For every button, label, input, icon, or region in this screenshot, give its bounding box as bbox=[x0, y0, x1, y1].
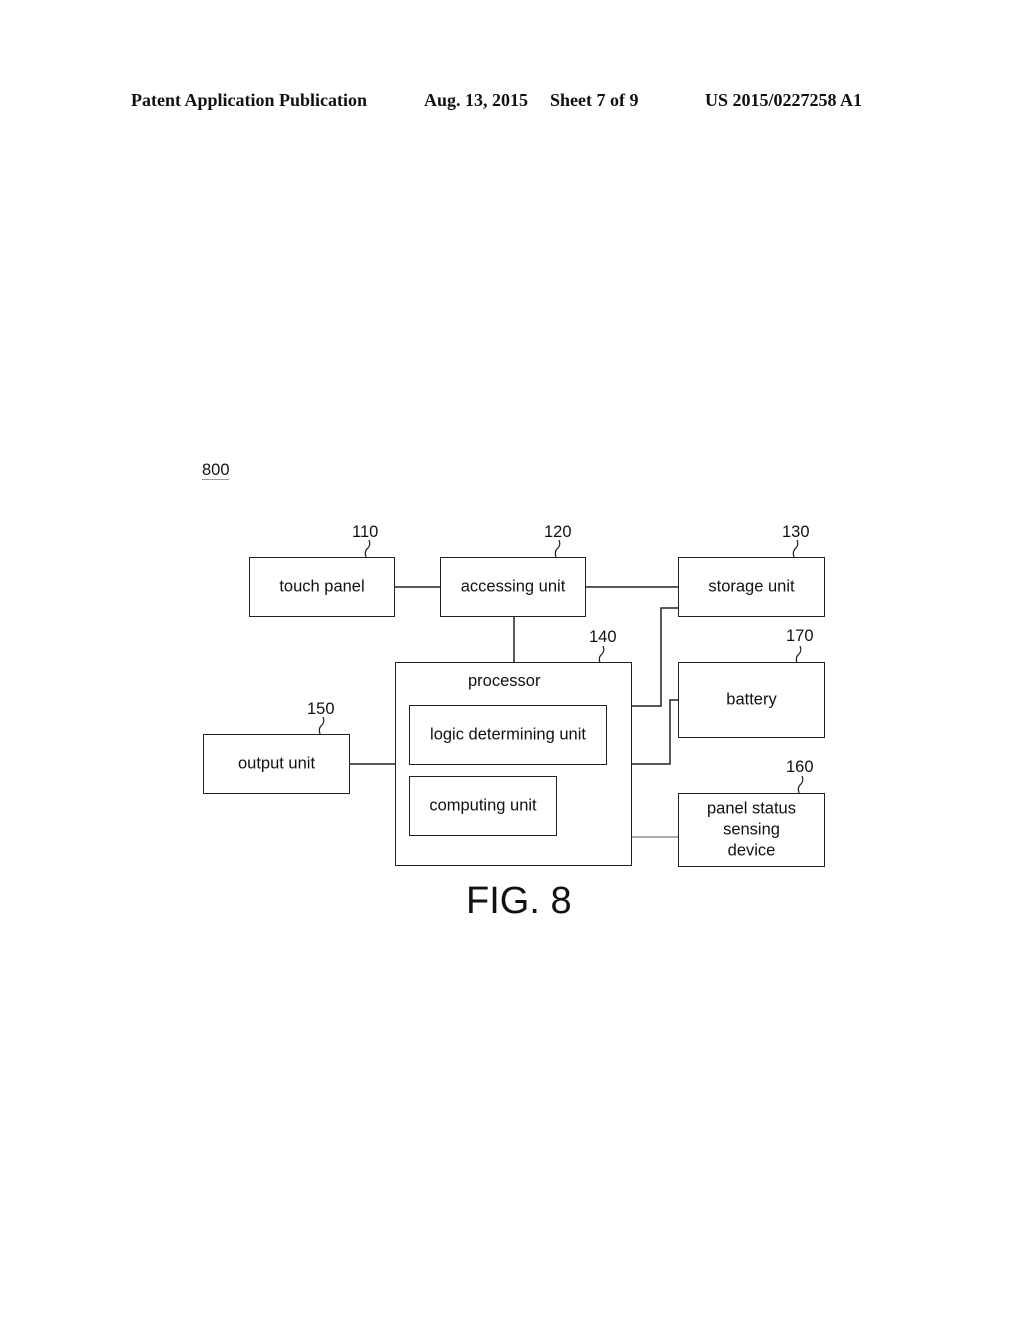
leader-110 bbox=[364, 539, 371, 558]
leader-130 bbox=[792, 539, 799, 558]
output-unit-block: output unit bbox=[203, 734, 350, 794]
logic-determining-unit-label: logic determining unit bbox=[430, 725, 586, 744]
panel-status-sensing-device-block: panel status sensing device bbox=[678, 793, 825, 867]
ref-170: 170 bbox=[786, 627, 814, 645]
panel-status-sensing-device-label: panel status sensing device bbox=[707, 799, 796, 860]
leader-160 bbox=[797, 775, 804, 794]
processor-block: processor logic determining unit computi… bbox=[395, 662, 632, 866]
ref-150: 150 bbox=[307, 700, 335, 718]
battery-label: battery bbox=[726, 690, 777, 709]
processor-label: processor bbox=[468, 672, 541, 690]
battery-block: battery bbox=[678, 662, 825, 738]
ref-160: 160 bbox=[786, 758, 814, 776]
accessing-unit-block: accessing unit bbox=[440, 557, 586, 617]
ref-110: 110 bbox=[352, 523, 379, 541]
touch-panel-label: touch panel bbox=[279, 577, 365, 596]
computing-unit-label: computing unit bbox=[429, 796, 537, 815]
accessing-unit-label: accessing unit bbox=[460, 577, 566, 596]
ref-120: 120 bbox=[544, 523, 572, 541]
storage-unit-label: storage unit bbox=[708, 577, 795, 596]
edge-processor-battery bbox=[631, 699, 679, 765]
computing-unit-block: computing unit bbox=[409, 776, 557, 836]
leader-170 bbox=[795, 645, 802, 664]
touch-panel-block: touch panel bbox=[249, 557, 395, 617]
system-reference-number: 800 bbox=[202, 461, 230, 479]
edge-processor-storage-unit bbox=[631, 607, 679, 707]
leader-120 bbox=[554, 539, 561, 558]
storage-unit-block: storage unit bbox=[678, 557, 825, 617]
ref-140: 140 bbox=[589, 628, 617, 646]
connector-lines bbox=[318, 539, 804, 838]
leader-140 bbox=[598, 645, 605, 664]
leader-150 bbox=[318, 716, 325, 735]
ref-130: 130 bbox=[782, 523, 810, 541]
logic-determining-unit-block: logic determining unit bbox=[409, 705, 607, 765]
figure-caption: FIG. 8 bbox=[466, 880, 572, 922]
output-unit-label: output unit bbox=[237, 754, 316, 773]
